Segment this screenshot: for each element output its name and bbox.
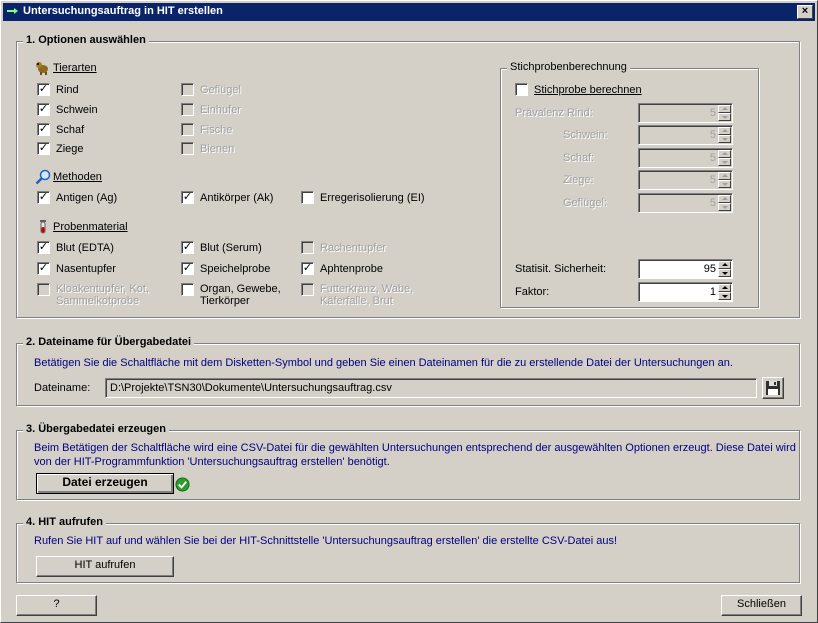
stichprobe-group-title: Stichprobenberechnung	[507, 61, 630, 73]
filename-label: Dateiname:	[34, 382, 91, 394]
praevalenz-gefluegel-spinner[interactable]: 5	[638, 193, 733, 213]
hit-group-title: 4. HIT aufrufen	[23, 516, 107, 528]
check-mark-icon: ✓	[301, 262, 314, 275]
sicherheit-spinner[interactable]: 95	[638, 259, 733, 279]
faktor-spinner[interactable]: 1	[638, 282, 733, 302]
magnifier-icon	[35, 169, 51, 185]
sicherheit-label: Statisit. Sicherheit:	[515, 263, 607, 275]
spin-up-icon[interactable]	[718, 261, 731, 269]
methoden-label: Methoden	[53, 171, 102, 183]
success-check-icon	[175, 477, 190, 492]
spin-up-icon[interactable]	[718, 172, 731, 180]
check-mark-icon: ✓	[37, 83, 50, 96]
options-group-title: 1. Optionen auswählen	[23, 34, 149, 46]
praevalenz-schwein-spinner[interactable]: 5	[638, 125, 733, 145]
praevalenz-gefluegel-label: Geflügel:	[563, 197, 608, 209]
spin-down-icon[interactable]	[718, 180, 731, 188]
close-button[interactable]: ×	[797, 5, 813, 19]
probenmaterial-label: Probenmaterial	[53, 221, 128, 233]
stichprobe-group: Stichprobenberechnung Stichprobe berechn…	[500, 61, 759, 308]
close-dialog-button[interactable]: Schließen	[721, 595, 802, 616]
filename-field[interactable]: D:\Projekte\TSN30\Dokumente\Untersuchung…	[105, 378, 757, 398]
save-file-button[interactable]	[762, 377, 784, 399]
window-title: Untersuchungsauftrag in HIT erstellen	[23, 5, 223, 17]
praevalenz-rind-spinner[interactable]: 5	[638, 103, 733, 123]
spin-up-icon[interactable]	[718, 284, 731, 292]
check-mark-icon: ✓	[37, 123, 50, 136]
floppy-disk-icon	[766, 381, 780, 395]
spin-up-icon[interactable]	[718, 195, 731, 203]
faktor-label: Faktor:	[515, 286, 550, 298]
dialog-window: Untersuchungsauftrag in HIT erstellen × …	[0, 0, 818, 623]
check-mark-icon: ✓	[37, 103, 50, 116]
spin-down-icon[interactable]	[718, 135, 731, 143]
create-file-group: 3. Übergabedatei erzeugen Beim Betätigen…	[16, 423, 800, 500]
spin-up-icon[interactable]	[718, 150, 731, 158]
check-mark-icon: ✓	[37, 191, 50, 204]
praevalenz-rind-label: Prävalenz Rind:	[515, 107, 593, 119]
spin-down-icon[interactable]	[718, 158, 731, 166]
praevalenz-schaf-label: Schaf:	[563, 152, 595, 164]
check-mark-icon: ✓	[37, 241, 50, 254]
spin-down-icon[interactable]	[718, 292, 731, 300]
spin-down-icon[interactable]	[718, 113, 731, 121]
hit-group: 4. HIT aufrufen Rufen Sie HIT auf und wä…	[16, 516, 800, 583]
check-mark-icon: ✓	[181, 241, 194, 254]
spin-up-icon[interactable]	[718, 105, 731, 113]
animal-icon	[36, 62, 48, 75]
tierarten-label: Tierarten	[53, 62, 97, 74]
options-group: 1. Optionen auswählen Tierarten ✓ Rind ✓…	[16, 34, 800, 318]
filename-instruction: Betätigen Sie die Schaltfläche mit dem D…	[34, 357, 733, 369]
spin-down-icon[interactable]	[718, 269, 731, 277]
spin-down-icon[interactable]	[718, 203, 731, 211]
create-file-instruction-line2: von der HIT-Programmfunktion 'Untersuchu…	[34, 456, 390, 468]
title-bar[interactable]: Untersuchungsauftrag in HIT erstellen ×	[3, 3, 815, 21]
praevalenz-ziege-label: Ziege:	[563, 174, 594, 186]
spin-up-icon[interactable]	[718, 127, 731, 135]
filename-group-title: 2. Dateiname für Übergabedatei	[23, 336, 195, 348]
praevalenz-schaf-spinner[interactable]: 5	[638, 148, 733, 168]
check-mark-icon: ✓	[37, 262, 50, 275]
check-mark-icon: ✓	[181, 262, 194, 275]
test-tube-icon	[40, 220, 46, 234]
filename-group: 2. Dateiname für Übergabedatei Betätigen…	[16, 336, 800, 406]
help-button[interactable]: ?	[16, 595, 97, 616]
hit-aufrufen-button[interactable]: HIT aufrufen	[36, 556, 174, 577]
create-file-instruction-line1: Beim Betätigen der Schaltfläche wird ein…	[34, 442, 796, 454]
praevalenz-ziege-spinner[interactable]: 5	[638, 170, 733, 190]
check-mark-icon: ✓	[181, 191, 194, 204]
check-mark-icon: ✓	[37, 142, 50, 155]
hit-instruction: Rufen Sie HIT auf und wählen Sie bei der…	[34, 535, 618, 547]
create-file-group-title: 3. Übergabedatei erzeugen	[23, 423, 169, 435]
create-file-button[interactable]: Datei erzeugen	[36, 473, 174, 494]
arrow-right-icon	[7, 8, 18, 14]
praevalenz-schwein-label: Schwein:	[563, 129, 608, 141]
